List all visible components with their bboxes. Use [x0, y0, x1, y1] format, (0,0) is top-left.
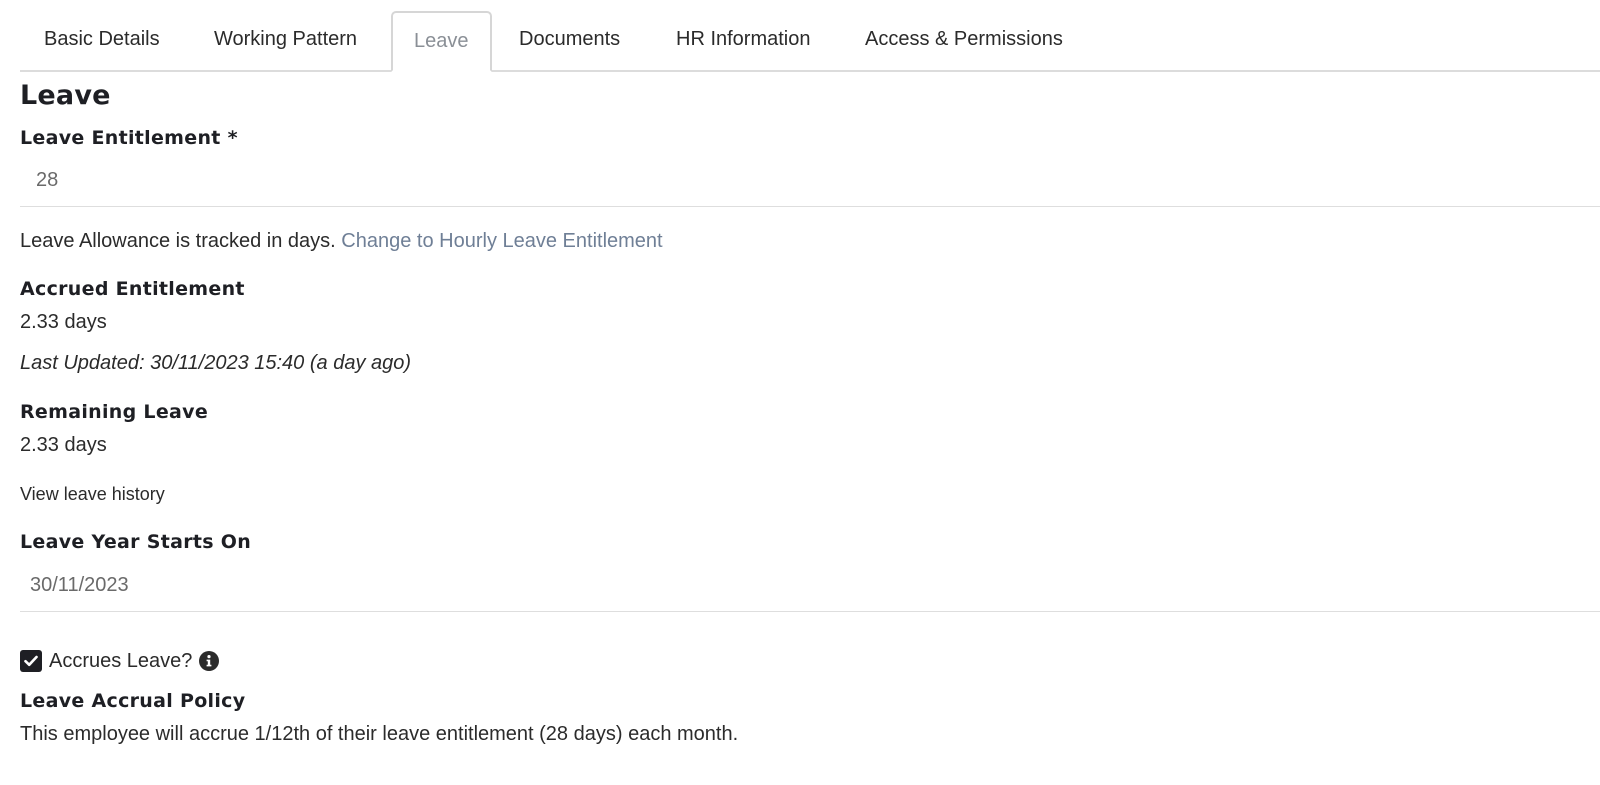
leave-year-input[interactable]	[20, 560, 1600, 610]
allowance-note: Leave Allowance is tracked in days. Chan…	[20, 230, 663, 253]
leave-entitlement-input[interactable]	[20, 155, 1600, 205]
leave-settings-page: Basic Details Working Pattern Leave Docu…	[0, 0, 1600, 785]
leave-accrual-policy-text: This employee will accrue 1/12th of thei…	[20, 723, 739, 745]
remaining-leave-label: Remaining Leave	[20, 401, 209, 423]
leave-year-field	[20, 560, 1600, 612]
tab-leave[interactable]: Leave	[391, 11, 492, 72]
tab-working-pattern[interactable]: Working Pattern	[214, 11, 357, 70]
checkmark-icon	[24, 655, 38, 667]
remaining-leave-value: 2.33 days	[20, 434, 107, 456]
section-title: Leave	[20, 80, 111, 111]
tab-basic-details[interactable]: Basic Details	[44, 11, 160, 70]
last-updated-text: Last Updated: 30/11/2023 15:40 (a day ag…	[20, 352, 412, 374]
tab-access-permissions[interactable]: Access & Permissions	[865, 11, 1063, 70]
leave-year-label: Leave Year Starts On	[20, 531, 252, 553]
allowance-note-text: Leave Allowance is tracked in days.	[20, 230, 336, 252]
accrued-entitlement-value: 2.33 days	[20, 311, 107, 333]
view-leave-history-link[interactable]: View leave history	[20, 484, 165, 505]
accrues-leave-label: Accrues Leave?	[49, 649, 193, 672]
leave-accrual-policy-label: Leave Accrual Policy	[20, 690, 246, 712]
tab-documents[interactable]: Documents	[519, 11, 620, 70]
accrued-entitlement-label: Accrued Entitlement	[20, 278, 245, 300]
change-to-hourly-link[interactable]: Change to Hourly Leave Entitlement	[341, 230, 662, 252]
info-glyph-icon	[207, 655, 212, 667]
info-icon[interactable]	[199, 651, 220, 671]
accrues-leave-row: Accrues Leave?	[20, 648, 220, 674]
tab-hr-information[interactable]: HR Information	[676, 11, 811, 70]
leave-entitlement-field	[20, 155, 1600, 207]
tab-bar: Basic Details Working Pattern Leave Docu…	[20, 11, 1600, 72]
accrues-leave-checkbox[interactable]	[20, 650, 42, 672]
leave-entitlement-label: Leave Entitlement *	[20, 127, 238, 149]
